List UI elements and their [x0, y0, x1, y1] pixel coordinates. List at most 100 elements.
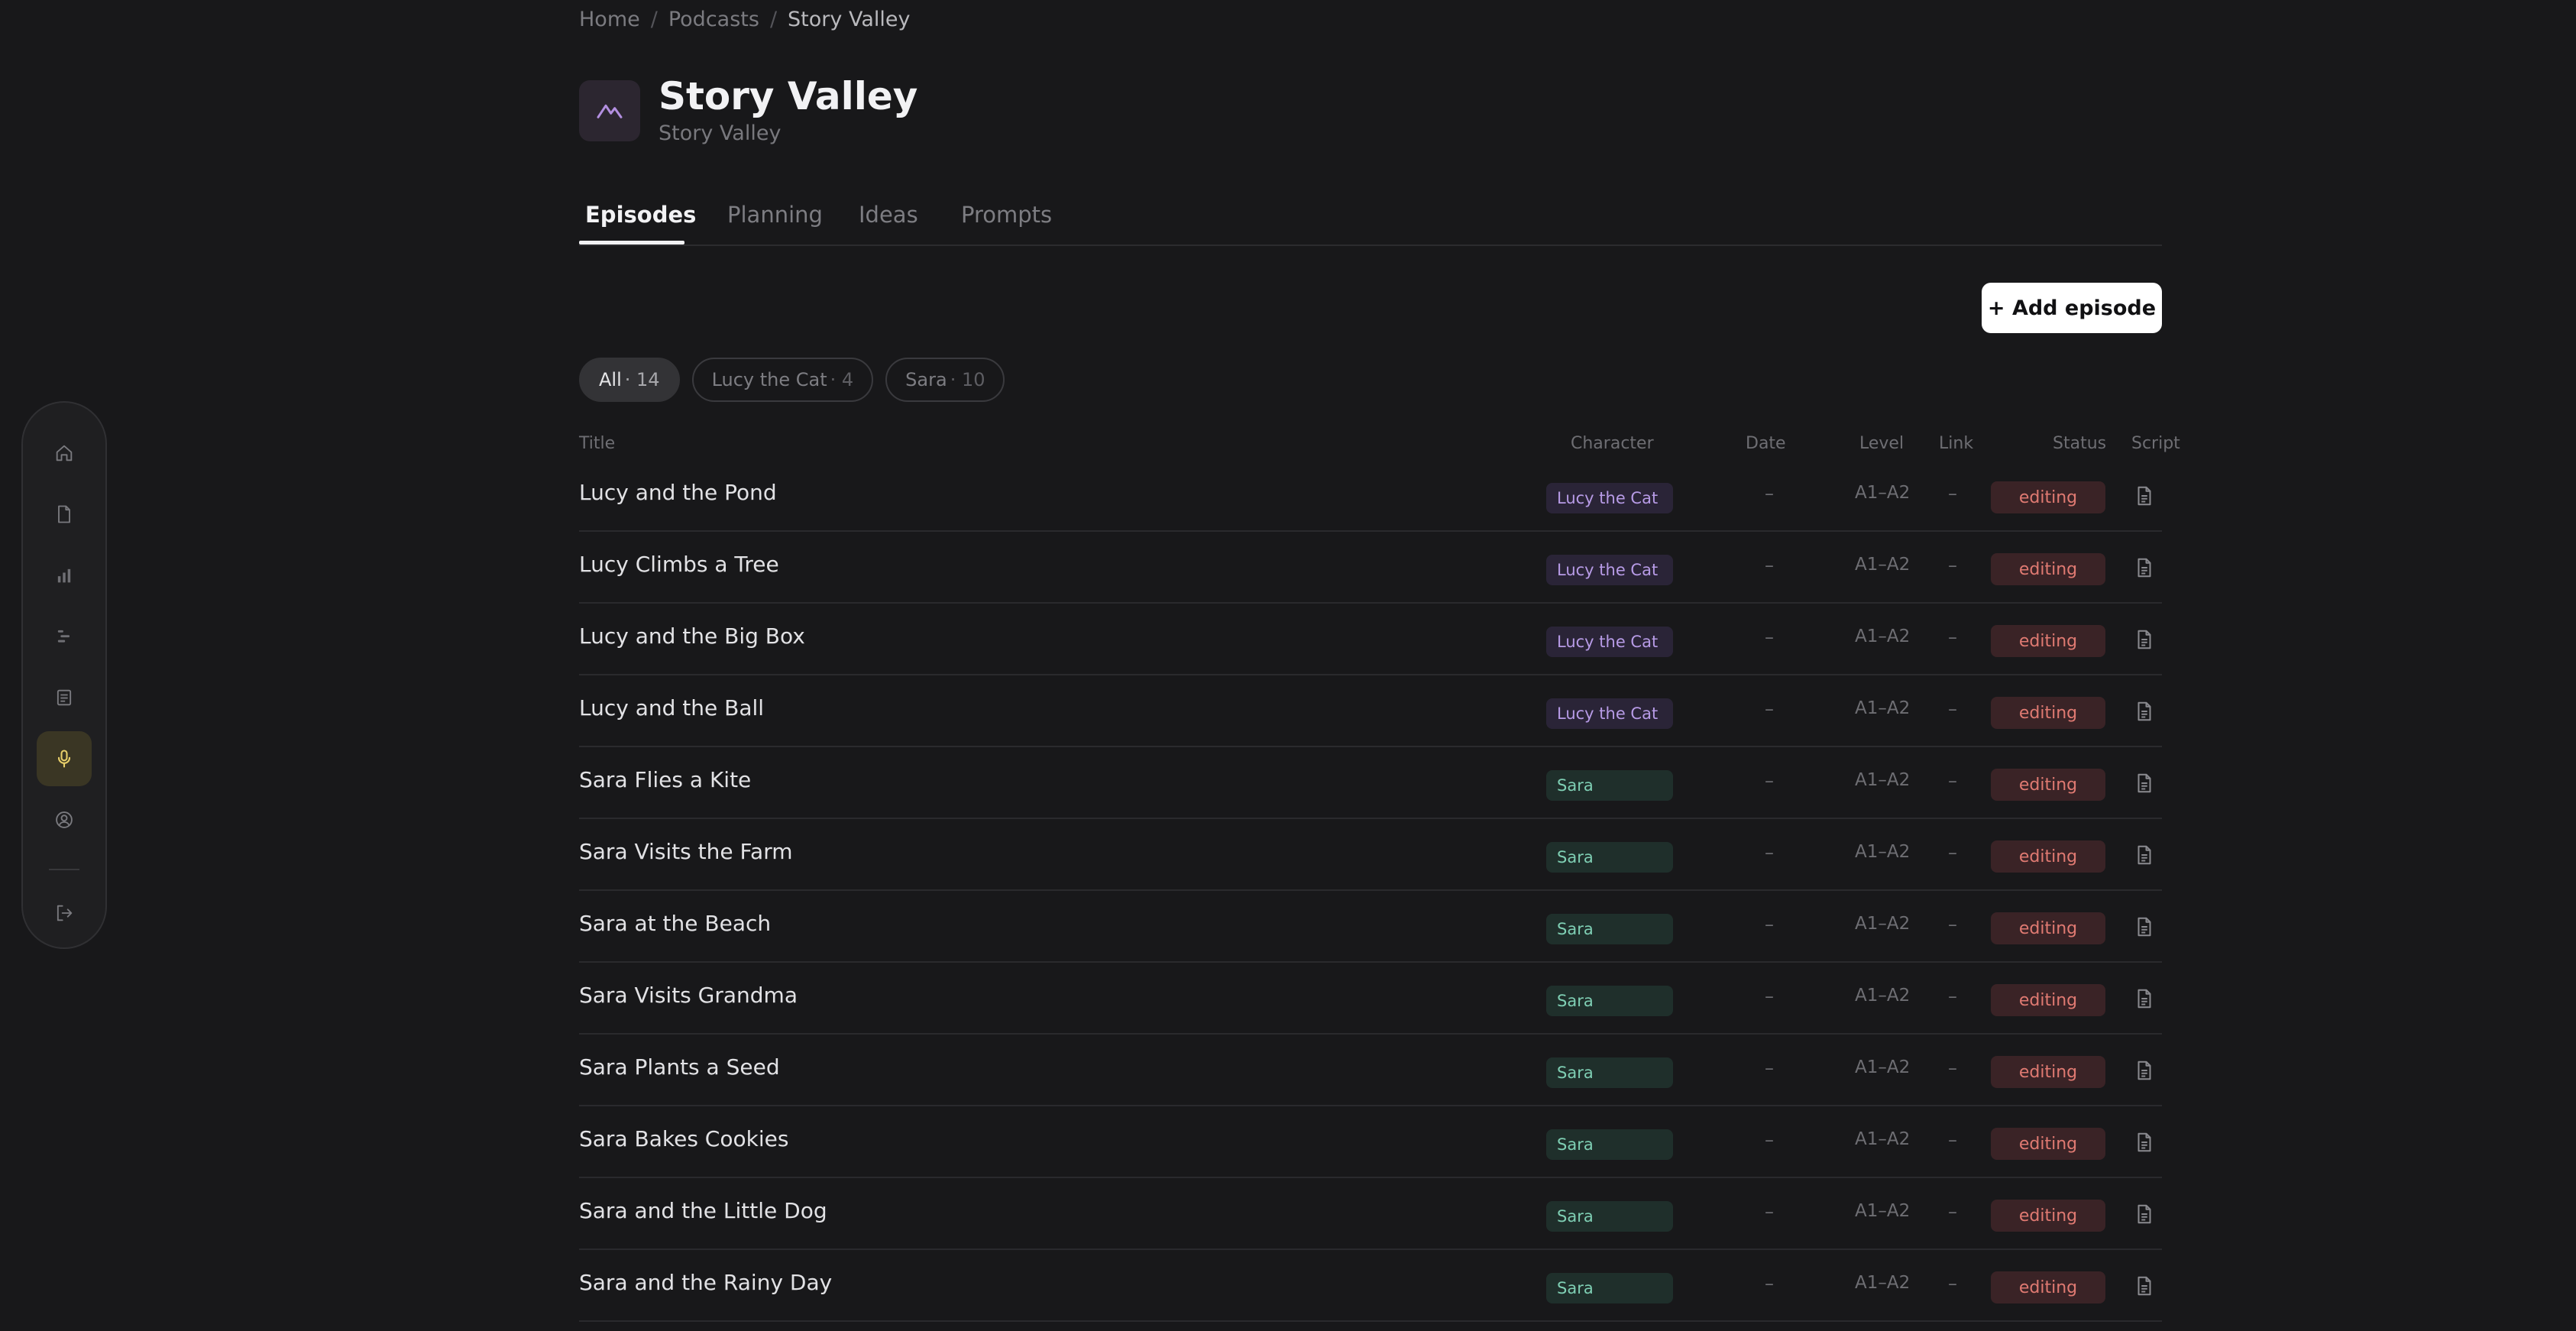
episode-title[interactable]: Sara Visits Grandma [579, 983, 798, 1008]
table-row[interactable]: Sara Plants a Seed Sara – A1–A2 – editing [579, 1035, 2162, 1106]
table-row[interactable]: Lucy and the Big Box Lucy the Cat – A1–A2 – e… [579, 604, 2162, 675]
level-value: A1–A2 [1855, 842, 1911, 862]
status-badge[interactable]: editing [1991, 1128, 2105, 1160]
script-document-icon[interactable] [2133, 1273, 2156, 1299]
character-badge: Lucy the Cat [1546, 555, 1673, 585]
sidebar-rail [21, 401, 107, 949]
breadcrumb-podcasts[interactable]: Podcasts [668, 8, 759, 31]
table-row[interactable]: Sara Visits the Farm Sara – A1–A2 – editing [579, 819, 2162, 891]
script-document-icon[interactable] [2133, 986, 2156, 1012]
character-badge: Sara [1546, 914, 1673, 944]
episode-title[interactable]: Sara Plants a Seed [579, 1054, 780, 1080]
bar-chart-icon [57, 568, 71, 583]
tab-planning[interactable]: Planning [727, 202, 823, 228]
table-row[interactable]: Sara and the Little Dog Sara – A1–A2 – editin… [579, 1178, 2162, 1250]
table-row[interactable]: Lucy and the Ball Lucy the Cat – A1–A2 – edit… [579, 675, 2162, 747]
breadcrumb-home[interactable]: Home [579, 8, 640, 31]
level-value: A1–A2 [1855, 555, 1911, 575]
episode-title[interactable]: Sara Flies a Kite [579, 767, 751, 792]
page-header: Story Valley Story Valley [579, 76, 917, 145]
table-header: Title Character Date Level Link Status S… [579, 429, 2222, 460]
script-document-icon[interactable] [2133, 555, 2156, 581]
sidebar-item-logout[interactable] [37, 886, 92, 941]
home-icon [56, 445, 73, 461]
table-row[interactable]: Lucy Climbs a Tree Lucy the Cat – A1–A2 – edi… [579, 532, 2162, 604]
date-value: – [1765, 842, 1774, 863]
filter-all[interactable]: All · 14 [579, 358, 680, 402]
status-badge[interactable]: editing [1991, 840, 2105, 873]
episode-title[interactable]: Lucy and the Pond [579, 480, 777, 505]
script-document-icon[interactable] [2133, 627, 2156, 653]
status-badge[interactable]: editing [1991, 481, 2105, 513]
character-badge: Lucy the Cat [1546, 698, 1673, 729]
sidebar-item-documents[interactable] [37, 487, 92, 542]
script-document-icon[interactable] [2133, 770, 2156, 796]
link-value: – [1948, 483, 1957, 504]
notes-icon [57, 689, 72, 706]
sidebar-item-timeline[interactable] [37, 609, 92, 664]
script-document-icon[interactable] [2133, 914, 2156, 940]
script-document-icon[interactable] [2133, 1057, 2156, 1083]
status-badge[interactable]: editing [1991, 984, 2105, 1016]
add-episode-button[interactable]: + Add episode [1982, 283, 2162, 333]
filter-label: Sara [905, 369, 947, 390]
sidebar-item-profile[interactable] [37, 792, 92, 847]
status-badge[interactable]: editing [1991, 912, 2105, 944]
sidebar-item-podcasts[interactable] [37, 731, 92, 786]
header-status[interactable]: Status [2053, 434, 2106, 453]
tab-ideas[interactable]: Ideas [859, 202, 918, 228]
level-value: A1–A2 [1855, 1201, 1911, 1221]
page-subtitle: Story Valley [659, 121, 782, 145]
sidebar-item-home[interactable] [37, 426, 92, 481]
script-document-icon[interactable] [2133, 483, 2156, 509]
header-script[interactable]: Script [2131, 434, 2180, 453]
header-character[interactable]: Character [1571, 434, 1654, 453]
episode-title[interactable]: Lucy and the Big Box [579, 623, 805, 649]
level-value: A1–A2 [1855, 627, 1911, 646]
status-badge[interactable]: editing [1991, 625, 2105, 657]
tab-episodes[interactable]: Episodes [585, 202, 696, 228]
script-document-icon[interactable] [2133, 1201, 2156, 1227]
table-row[interactable]: Sara Visits Grandma Sara – A1–A2 – editing [579, 963, 2162, 1035]
filter-lucy-the-cat[interactable]: Lucy the Cat · 4 [691, 358, 874, 402]
table-row[interactable]: Sara Bakes Cookies Sara – A1–A2 – editing [579, 1106, 2162, 1178]
date-value: – [1765, 1057, 1774, 1079]
status-badge[interactable]: editing [1991, 1056, 2105, 1088]
character-badge: Lucy the Cat [1546, 483, 1673, 513]
header-link[interactable]: Link [1939, 434, 1973, 453]
script-document-icon[interactable] [2133, 698, 2156, 724]
script-document-icon[interactable] [2133, 842, 2156, 868]
tab-prompts[interactable]: Prompts [961, 202, 1052, 228]
filter-count: · 14 [624, 369, 660, 390]
document-icon [58, 505, 70, 523]
date-value: – [1765, 1273, 1774, 1294]
header-date[interactable]: Date [1746, 434, 1786, 453]
episode-title[interactable]: Sara Bakes Cookies [579, 1126, 788, 1151]
episode-title[interactable]: Lucy Climbs a Tree [579, 552, 779, 577]
header-level[interactable]: Level [1859, 434, 1904, 453]
episode-title[interactable]: Sara and the Little Dog [579, 1198, 827, 1223]
table-row[interactable]: Sara at the Beach Sara – A1–A2 – editing [579, 891, 2162, 963]
status-badge[interactable]: editing [1991, 1200, 2105, 1232]
filter-label: Lucy the Cat [711, 369, 827, 390]
table-row[interactable]: Sara and the Rainy Day Sara – A1–A2 – editing [579, 1250, 2162, 1322]
table-row[interactable]: Sara Flies a Kite Sara – A1–A2 – editing [579, 747, 2162, 819]
table-row[interactable]: Lucy and the Pond Lucy the Cat – A1–A2 – edit… [579, 460, 2162, 532]
status-badge[interactable]: editing [1991, 553, 2105, 585]
header-title[interactable]: Title [579, 434, 615, 453]
table-body: Lucy and the Pond Lucy the Cat – A1–A2 – edit… [579, 460, 2222, 1322]
podcast-logo [579, 79, 640, 141]
status-badge[interactable]: editing [1991, 769, 2105, 801]
character-filters: All · 14 Lucy the Cat · 4 Sara · 10 [579, 358, 1005, 402]
script-document-icon[interactable] [2133, 1129, 2156, 1155]
sidebar-item-analytics[interactable] [37, 548, 92, 603]
tab-bar: Episodes Planning Ideas Prompts [579, 197, 2162, 246]
episode-title[interactable]: Sara Visits the Farm [579, 839, 793, 864]
episode-title[interactable]: Sara and the Rainy Day [579, 1270, 832, 1295]
status-badge[interactable]: editing [1991, 1271, 2105, 1303]
episode-title[interactable]: Lucy and the Ball [579, 695, 764, 721]
filter-sara[interactable]: Sara · 10 [885, 358, 1005, 402]
status-badge[interactable]: editing [1991, 697, 2105, 729]
episode-title[interactable]: Sara at the Beach [579, 911, 771, 936]
sidebar-item-notes[interactable] [37, 670, 92, 725]
